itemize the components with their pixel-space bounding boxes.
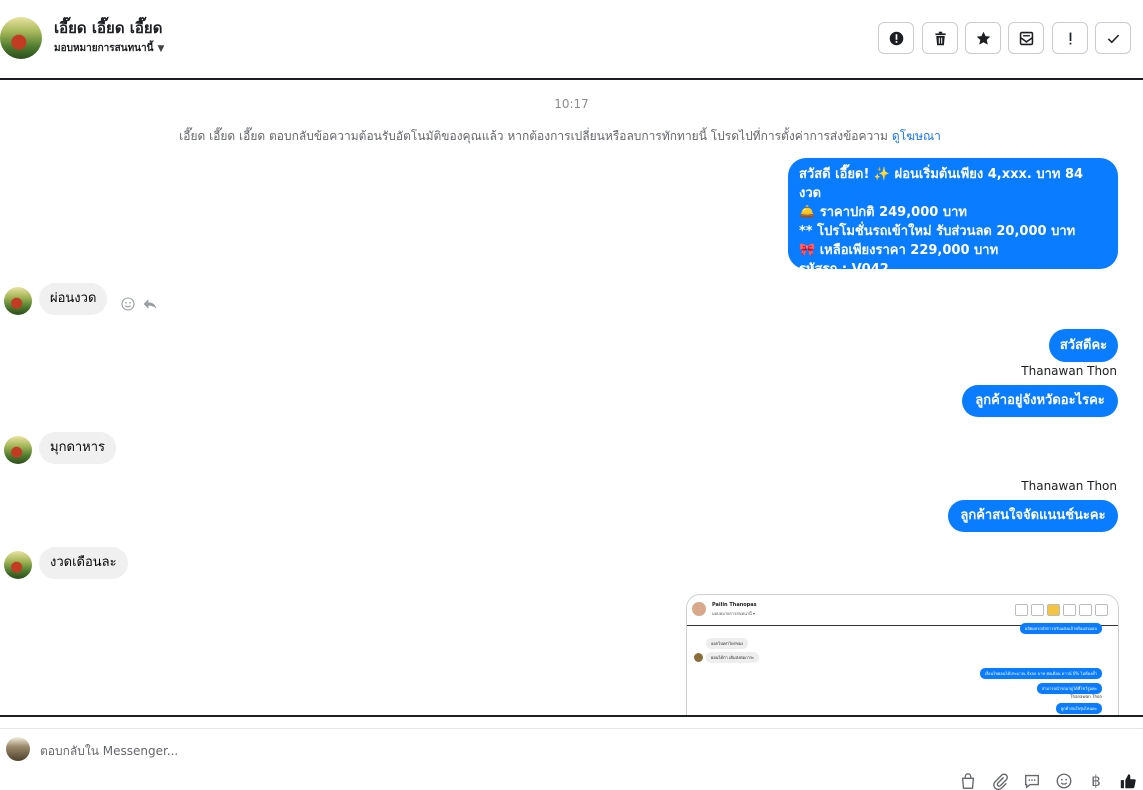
payment-baht-icon[interactable]: ฿ <box>1087 772 1105 790</box>
reply-composer: ฿ <box>0 715 1143 790</box>
assign-label: มอบหมายการสนทนานี้ <box>54 43 154 54</box>
contact-avatar-small[interactable] <box>4 436 32 464</box>
message-actions <box>120 296 158 312</box>
reply-icon[interactable] <box>142 296 158 312</box>
screenshot-image-attachment[interactable]: Pailin Thanopas มอบหมายการสนทนานี้ ▾ ผลิ… <box>686 594 1119 715</box>
system-note: เอี๊ยด เอี๊ยด เอี๊ยด ตอบกลับข้อความต้อนร… <box>0 127 1120 146</box>
preview-star-button <box>1047 604 1060 616</box>
paperclip-icon[interactable] <box>991 772 1009 790</box>
preview-incoming-bubble: ออกไปเท่าไหร่ของ <box>706 638 748 649</box>
promo-message-bubble[interactable]: สวัสดี เอี๊ยด! ✨ ผ่อนเริ่มต้นเพียง 4,xxx… <box>788 158 1118 277</box>
preview-sender-name: Thanawan Thon <box>1070 694 1102 699</box>
preview-outgoing-bubble: สามารถนำรถมาดูได้ที่โชว์รูมค่ะ <box>1036 683 1102 694</box>
incoming-message-bubble[interactable]: งวดเดือนละ <box>39 547 128 579</box>
caret-down-icon: ▼ <box>157 44 165 54</box>
mark-unread-button[interactable] <box>1008 22 1044 54</box>
outgoing-message-bubble[interactable]: ลูกค้าอยู่จังหวัดอะไรคะ <box>962 385 1118 417</box>
sender-name: Thanawan Thon <box>1021 364 1117 378</box>
preview-button <box>1031 604 1044 616</box>
promo-line: รหัสรถ : V042 <box>799 262 889 277</box>
assign-conversation-dropdown[interactable]: มอบหมายการสนทนานี้ ▼ <box>54 41 164 56</box>
system-note-text: เอี๊ยด เอี๊ยด เอี๊ยด ตอบกลับข้อความต้อนร… <box>179 129 888 143</box>
incoming-message-bubble[interactable]: ผ่อนงวด <box>39 283 108 315</box>
contact-name[interactable]: เอี๊ยด เอี๊ยด เอี๊ยด <box>54 16 162 40</box>
preview-name: Pailin Thanopas <box>712 602 757 608</box>
alert-circle-icon <box>889 31 903 45</box>
promo-line: สวัสดี เอี๊ยด! ✨ ผ่อนเริ่มต้นเพียง 4,xxx… <box>799 167 1084 201</box>
saved-reply-icon[interactable] <box>1023 772 1041 790</box>
sender-name: Thanawan Thon <box>1021 479 1117 493</box>
star-icon <box>976 31 990 45</box>
promo-line: ** โปรโมชั่นรถเข้าใหม่ รับส่วนลด 20,000 … <box>799 224 1076 239</box>
contact-avatar-small[interactable] <box>4 551 32 579</box>
trash-icon <box>934 31 946 45</box>
shopping-bag-icon[interactable] <box>959 772 977 790</box>
preview-header: Pailin Thanopas มอบหมายการสนทนานี้ ▾ <box>687 595 1118 626</box>
follow-up-button[interactable] <box>1052 22 1088 54</box>
exclamation-icon <box>1069 32 1071 44</box>
preview-button <box>1095 604 1108 616</box>
delete-button[interactable] <box>922 22 958 54</box>
message-thread[interactable]: 10:17 เอี๊ยด เอี๊ยด เอี๊ยด ตอบกลับข้อควา… <box>0 80 1143 715</box>
contact-avatar-small[interactable] <box>4 287 32 315</box>
reply-input[interactable] <box>40 741 740 761</box>
preview-button <box>1015 604 1028 616</box>
preview-outgoing-bubble: เงื่อนไขผ่อนได้ประมาณ 4xxx บาท ต่อเดือน … <box>979 668 1102 679</box>
star-button[interactable] <box>965 22 1001 54</box>
preview-incoming-bubble: ผ่อนได้ก่า เดิมส่งต่อภาระ <box>706 652 760 663</box>
composer-divider <box>0 728 1143 729</box>
promo-line: 🛎️ ราคาปกติ 249,000 บาท <box>799 205 967 220</box>
emoji-icon[interactable] <box>1055 772 1073 790</box>
preview-subtitle: มอบหมายการสนทนานี้ ▾ <box>712 611 756 616</box>
view-ad-link[interactable]: ดูโฆษณา <box>892 129 941 143</box>
preview-outgoing-bubble: ผลิตผลรถบัสการปรับแต่งแล้วพร้อมส่งมอบ <box>1020 623 1102 634</box>
preview-toolbar <box>1015 604 1108 616</box>
conversation-header: เอี๊ยด เอี๊ยด เอี๊ยด มอบหมายการสนทนานี้ ▼ <box>0 0 1143 80</box>
outgoing-message-bubble[interactable]: ลูกค้าสนใจจัดแนนช์นะคะ <box>948 500 1118 532</box>
incoming-message-bubble[interactable]: มุกดาหาร <box>39 432 117 464</box>
react-emoji-icon[interactable] <box>120 296 136 312</box>
envelope-open-icon <box>1019 31 1033 45</box>
preview-outgoing-bubble: ลูกค้าสนใจรุ่นไหนคะ <box>1055 703 1102 714</box>
message-timestamp: 10:17 <box>554 97 589 111</box>
mark-spam-button[interactable] <box>878 22 914 54</box>
promo-line: 🎀 เหลือเพียงราคา 229,000 บาท <box>799 243 999 258</box>
contact-avatar[interactable] <box>0 17 42 59</box>
thumbs-up-icon[interactable] <box>1119 772 1137 790</box>
preview-small-avatar <box>694 653 703 662</box>
page-avatar <box>6 737 30 761</box>
preview-button <box>1079 604 1092 616</box>
outgoing-message-bubble[interactable]: สวัสดีคะ <box>1049 329 1118 362</box>
preview-button <box>1063 604 1076 616</box>
composer-toolbar: ฿ <box>959 772 1137 790</box>
preview-avatar <box>692 602 706 616</box>
mark-done-button[interactable] <box>1095 22 1131 54</box>
checkmark-icon <box>1107 34 1119 43</box>
